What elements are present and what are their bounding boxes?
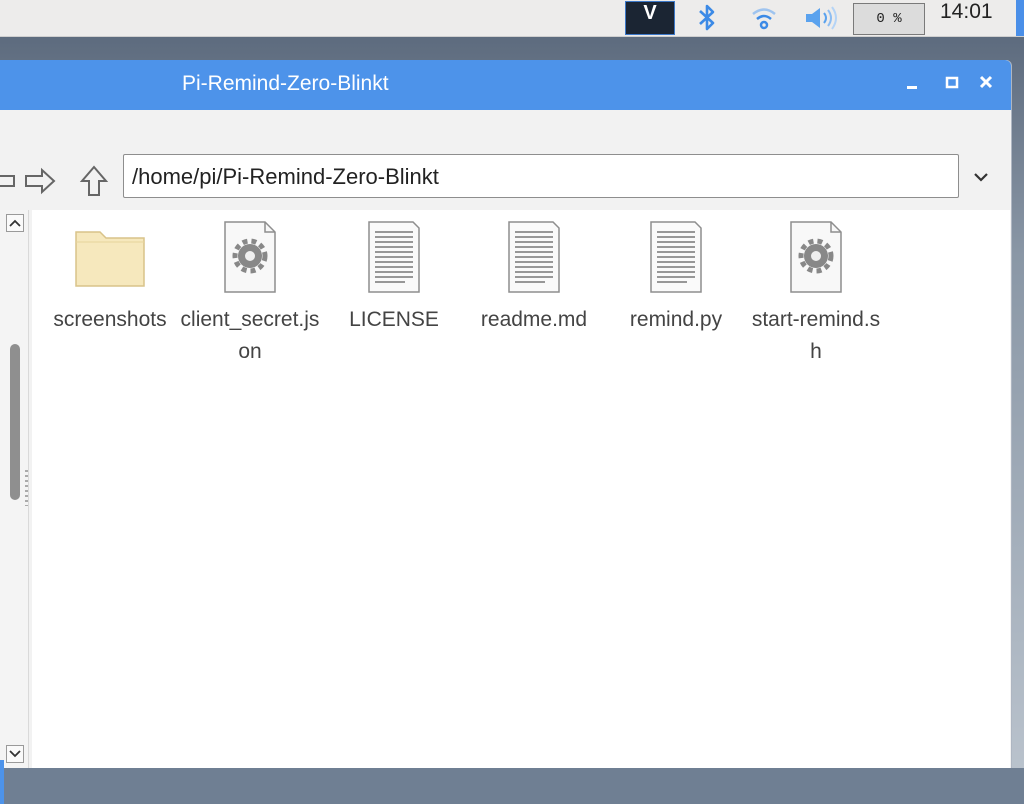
vnc-icon: V bbox=[625, 1, 675, 35]
path-history-button[interactable] bbox=[966, 160, 996, 194]
scrollbar-thumb[interactable] bbox=[10, 344, 20, 500]
file-name: LICENSE bbox=[349, 308, 439, 331]
volume-tray[interactable] bbox=[800, 0, 842, 36]
back-arrow-icon bbox=[0, 175, 15, 187]
close-button[interactable] bbox=[972, 72, 1000, 98]
gear-file-icon bbox=[224, 221, 276, 293]
side-pane bbox=[0, 210, 29, 804]
file-name: remind.py bbox=[629, 308, 723, 331]
folder-icon bbox=[75, 231, 145, 287]
side-pane-selection bbox=[0, 760, 4, 804]
vnc-tray[interactable]: V bbox=[624, 0, 676, 36]
vnc-icon-letter: V bbox=[643, 2, 657, 24]
file-name: client_secret.json bbox=[180, 308, 320, 363]
close-icon bbox=[979, 75, 993, 89]
path-input[interactable]: /home/pi/Pi-Remind-Zero-Blinkt bbox=[123, 154, 959, 198]
file-name: start-remind.sh bbox=[751, 308, 881, 363]
cpu-monitor[interactable]: 0 % bbox=[852, 0, 926, 36]
scroll-down-button[interactable] bbox=[6, 745, 24, 763]
file-item[interactable]: screenshots bbox=[40, 218, 180, 336]
text-file-icon bbox=[368, 221, 420, 293]
file-item[interactable]: client_secret.json bbox=[180, 218, 320, 368]
text-file-icon bbox=[508, 221, 560, 293]
gear-file-icon bbox=[790, 221, 842, 293]
file-name: screenshots bbox=[53, 308, 167, 331]
toolbar: /home/pi/Pi-Remind-Zero-Blinkt bbox=[0, 154, 1011, 210]
file-item[interactable]: remind.py bbox=[606, 218, 746, 336]
forward-button[interactable] bbox=[20, 162, 60, 200]
file-item[interactable]: start-remind.sh bbox=[746, 218, 886, 368]
scroll-up-button[interactable] bbox=[6, 214, 24, 232]
file-item[interactable]: LICENSE bbox=[324, 218, 464, 336]
minimize-button[interactable] bbox=[898, 72, 926, 98]
file-view[interactable]: screenshots client_secret.json LICENSE r… bbox=[32, 210, 1010, 768]
window-title: Pi-Remind-Zero-Blinkt bbox=[182, 72, 389, 95]
text-file-icon bbox=[650, 221, 702, 293]
up-arrow-icon bbox=[79, 165, 109, 196]
chevron-down-small-icon bbox=[9, 750, 21, 758]
panel-edge bbox=[1016, 0, 1024, 36]
chevron-down-icon bbox=[974, 173, 988, 182]
minimize-icon bbox=[907, 86, 917, 89]
forward-arrow-icon bbox=[25, 167, 56, 195]
wifi-icon bbox=[752, 8, 776, 30]
volume-icon bbox=[806, 6, 837, 30]
top-panel: V 0 % 14:01 bbox=[0, 0, 1024, 37]
maximize-icon bbox=[945, 76, 959, 89]
titlebar[interactable]: Pi-Remind-Zero-Blinkt bbox=[0, 60, 1011, 110]
file-name: readme.md bbox=[480, 308, 588, 331]
bluetooth-tray[interactable] bbox=[690, 0, 724, 36]
file-item[interactable]: readme.md bbox=[464, 218, 604, 336]
maximize-button[interactable] bbox=[938, 72, 966, 98]
file-manager-window: Pi-Remind-Zero-Blinkt /home/pi/Pi-Remind… bbox=[0, 60, 1012, 804]
chevron-up-icon bbox=[9, 219, 21, 227]
pane-resize-handle[interactable] bbox=[25, 470, 28, 506]
clock[interactable]: 14:01 bbox=[932, 0, 1016, 36]
back-button[interactable] bbox=[0, 162, 20, 200]
bluetooth-icon bbox=[699, 4, 715, 31]
cpu-usage-text: 0 % bbox=[853, 3, 925, 35]
up-button[interactable] bbox=[74, 162, 114, 200]
wifi-tray[interactable] bbox=[744, 0, 784, 36]
menu-bar bbox=[0, 110, 1011, 154]
